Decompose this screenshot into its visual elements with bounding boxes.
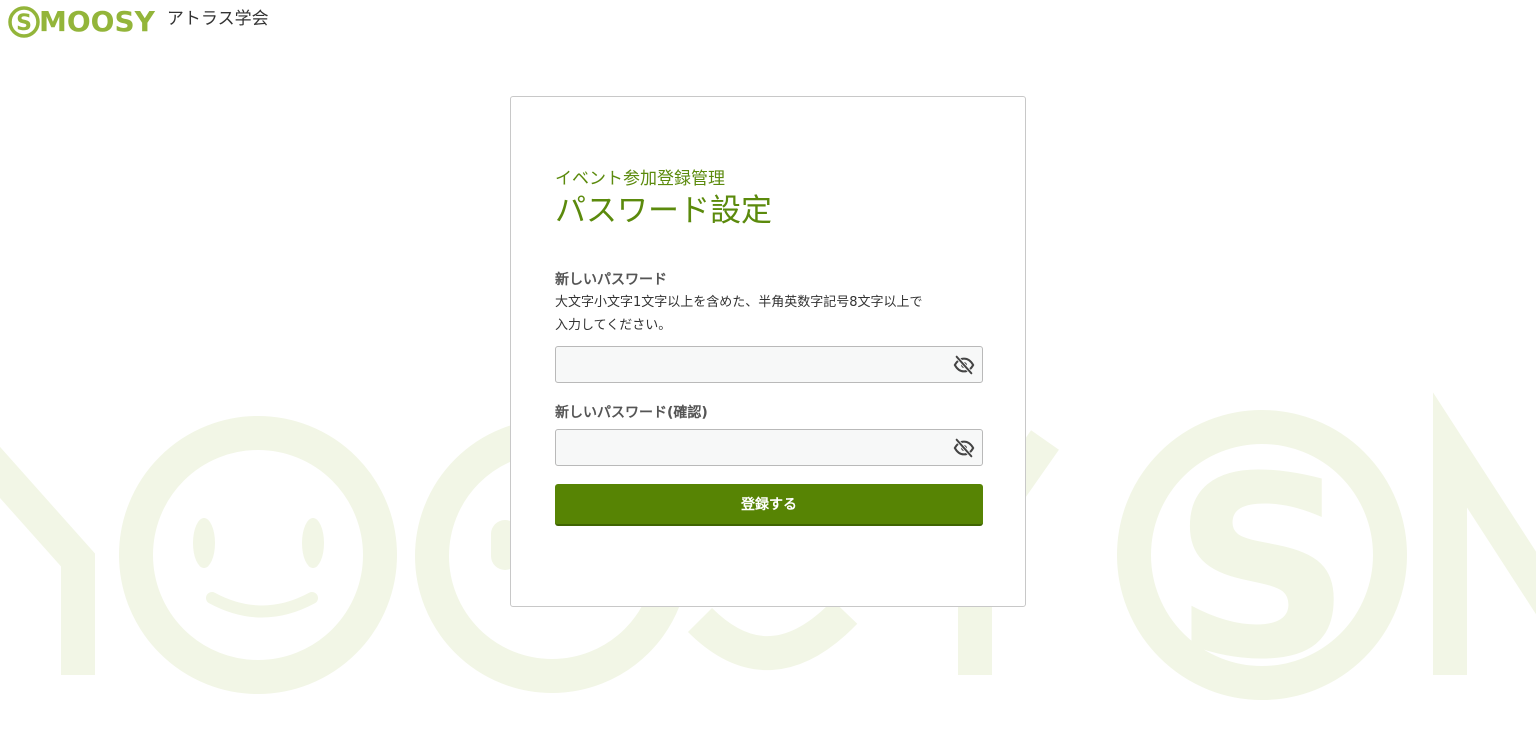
password-hint-line-2: 入力してください。 <box>555 318 672 333</box>
confirm-password-input[interactable] <box>556 430 946 465</box>
register-button[interactable]: 登録する <box>555 484 983 526</box>
eye-slash-icon[interactable] <box>953 437 975 459</box>
page-title: パスワード設定 <box>555 193 772 229</box>
new-password-input[interactable] <box>556 347 946 382</box>
password-setting-card: イベント参加登録管理 パスワード設定 新しいパスワード 大文字小文字1文字以上を… <box>510 96 1026 607</box>
password-hint: 大文字小文字1文字以上を含めた、半角英数字記号8文字以上で 入力してください。 <box>555 291 983 337</box>
confirm-password-label: 新しいパスワード(確認) <box>555 405 708 421</box>
organization-name: アトラス学会 <box>166 9 269 29</box>
new-password-label: 新しいパスワード <box>555 272 667 288</box>
smiley-s-logo-icon: S <box>8 6 40 38</box>
password-hint-line-1: 大文字小文字1文字以上を含めた、半角英数字記号8文字以上で <box>555 295 923 310</box>
logo-wordmark: MOOSY <box>39 5 155 38</box>
new-password-field <box>555 346 983 383</box>
password-form: イベント参加登録管理 パスワード設定 新しいパスワード 大文字小文字1文字以上を… <box>555 167 983 526</box>
smoosy-logo[interactable]: S MOOSY <box>8 4 155 40</box>
header: S MOOSY アトラス学会 <box>8 4 269 40</box>
confirm-password-field <box>555 429 983 466</box>
svg-text:S: S <box>16 11 32 36</box>
svg-text:S: S <box>1172 423 1352 714</box>
eye-slash-icon[interactable] <box>953 354 975 376</box>
page-subtitle: イベント参加登録管理 <box>555 169 725 189</box>
